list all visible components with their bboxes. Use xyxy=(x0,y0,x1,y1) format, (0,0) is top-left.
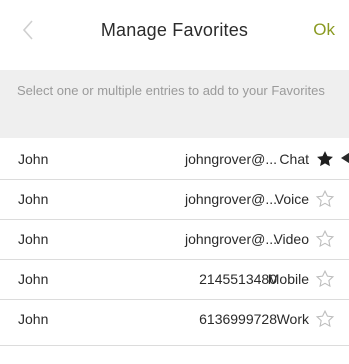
entry-type: Mobile xyxy=(267,271,309,287)
entry-type: Work xyxy=(276,311,309,327)
entry-type: Voice xyxy=(274,191,309,207)
swipe-handle-icon[interactable] xyxy=(339,150,349,166)
entry-address: 2145513480 xyxy=(199,271,277,287)
entries-list: John johngrover@... Chat John johngrover… xyxy=(0,140,349,339)
header-bar: Manage Favorites Ok xyxy=(0,0,349,60)
entry-address: johngrover@... xyxy=(184,191,277,207)
page-title: Manage Favorites xyxy=(100,20,249,40)
entry-type: Video xyxy=(273,231,309,247)
list-item[interactable]: John 2145513480 Mobile xyxy=(0,260,349,300)
entry-address: 6136999728 xyxy=(199,311,277,327)
entry-name: John xyxy=(18,151,49,167)
list-item[interactable]: John 6136999728 Work xyxy=(0,300,349,339)
ok-button[interactable]: Ok xyxy=(313,20,335,40)
star-outline-icon[interactable] xyxy=(315,189,335,209)
entry-name: John xyxy=(18,271,49,287)
entry-type: Chat xyxy=(279,151,309,167)
star-outline-icon[interactable] xyxy=(315,309,335,329)
entry-address: johngrover@... xyxy=(184,231,277,247)
list-item[interactable]: John johngrover@... Video xyxy=(0,220,349,260)
star-outline-icon[interactable] xyxy=(315,229,335,249)
star-filled-icon[interactable] xyxy=(315,149,335,169)
list-item[interactable]: John johngrover@... Chat xyxy=(0,140,349,180)
entry-name: John xyxy=(18,231,49,247)
instructions-text: Select one or multiple entries to add to… xyxy=(0,70,349,138)
entry-address: johngrover@... xyxy=(184,151,277,167)
entry-name: John xyxy=(18,191,49,207)
entry-name: John xyxy=(18,311,49,327)
star-outline-icon[interactable] xyxy=(315,269,335,289)
list-bottom-divider xyxy=(0,345,349,346)
list-item[interactable]: John johngrover@... Voice xyxy=(0,180,349,220)
